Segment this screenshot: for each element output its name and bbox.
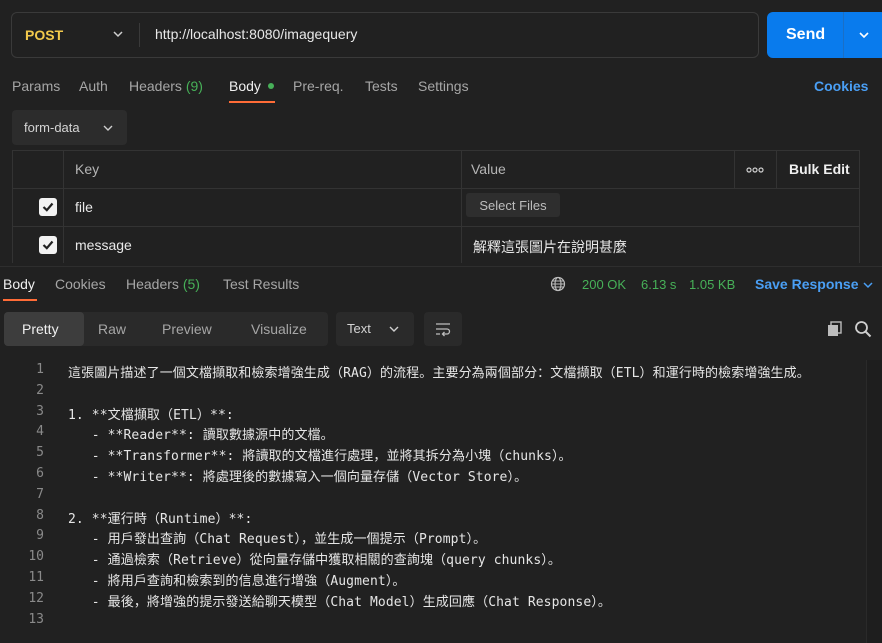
method-select[interactable]: POST [12,13,140,57]
status-code[interactable]: 200 OK [582,277,626,292]
table-divider [461,150,462,263]
row-checkbox[interactable] [39,198,57,216]
code-line: 2. **運行時（Runtime）**: [68,512,253,527]
param-value[interactable]: 解釋這張圖片在說明甚麼 [473,237,627,257]
checkmark-icon [42,202,54,212]
code-line: - 將用戶查詢和檢索到的信息進行增強（Augment）。 [68,574,406,589]
search-icon[interactable] [854,320,872,338]
response-size[interactable]: 1.05 KB [689,277,735,292]
globe-icon[interactable] [550,276,566,292]
response-tab-cookies[interactable]: Cookies [55,276,106,292]
line-number: 7 [36,487,44,502]
method-label: POST [25,27,64,43]
line-number: 9 [36,528,44,543]
bulk-edit-button[interactable]: Bulk Edit [789,161,850,177]
line-number: 4 [36,424,44,439]
url-input[interactable]: http://localhost:8080/imagequery [155,26,357,42]
code-line: - 最後，將增強的提示發送給聊天模型（Chat Model）生成回應（Chat … [68,595,611,610]
checkmark-icon [42,240,54,250]
code-line: 1. **文檔擷取（ETL）**: [68,408,234,423]
wrap-lines-icon [436,323,451,337]
select-files-button[interactable]: Select Files [466,193,560,217]
save-response-button[interactable]: Save Response [755,276,859,292]
code-line: 這張圖片描述了一個文檔擷取和檢索增強生成（RAG）的流程。主要分為兩個部分：文檔… [68,366,810,381]
tab-params[interactable]: Params [12,78,60,94]
view-tab-raw[interactable]: Raw [98,321,126,337]
format-select[interactable]: Text [336,312,414,346]
chevron-down-icon [113,31,123,38]
response-tab-headers-label: Headers [126,276,179,292]
line-number: 5 [36,445,44,460]
line-number: 8 [36,508,44,523]
chevron-down-icon[interactable] [857,28,871,42]
url-bar: POST http://localhost:8080/imagequery [11,12,759,58]
code-line: - **Reader**: 讀取數據源中的文檔。 [68,428,334,443]
table-divider [734,150,735,188]
response-tab-body[interactable]: Body [3,276,35,292]
param-key[interactable]: file [75,199,93,215]
send-button[interactable]: Send [767,12,882,58]
chevron-down-icon[interactable] [862,279,874,291]
copy-icon[interactable] [826,320,844,338]
tab-prereq[interactable]: Pre-req. [293,78,344,94]
table-divider [63,150,64,263]
wrap-lines-button[interactable] [424,312,462,346]
column-header-value: Value [471,161,506,177]
send-label: Send [786,26,826,43]
active-tab-indicator [3,299,37,301]
chevron-down-icon [103,125,113,131]
view-tab-visualize[interactable]: Visualize [251,321,307,337]
scrollbar[interactable] [866,360,882,643]
line-number: 2 [36,383,44,398]
headers-count: (9) [185,78,203,94]
param-key[interactable]: message [75,237,132,253]
view-tab-pretty[interactable]: Pretty [22,321,59,337]
cookies-link[interactable]: Cookies [814,78,868,94]
active-tab-indicator [229,101,275,103]
line-number: 1 [36,362,44,377]
line-number: 10 [28,549,44,564]
tab-settings[interactable]: Settings [418,78,469,94]
table-divider [12,188,860,189]
panel-divider [0,266,882,267]
column-header-key: Key [75,161,100,177]
response-tab-test-results[interactable]: Test Results [223,276,299,292]
line-number: 6 [36,466,44,481]
response-tab-headers[interactable]: Headers (5) [126,276,200,292]
line-number: 3 [36,404,44,419]
send-divider [843,12,844,58]
tab-body[interactable]: Body [229,78,261,94]
tab-headers[interactable]: Headers (9) [129,78,203,94]
format-label: Text [347,321,371,336]
body-type-label: form-data [24,120,80,135]
body-modified-dot [268,83,274,89]
url-separator [139,23,140,47]
body-type-select[interactable]: form-data [12,110,127,145]
view-tab-preview[interactable]: Preview [162,321,212,337]
code-line: - **Writer**: 將處理後的數據寫入一個向量存儲（Vector Sto… [68,470,528,485]
form-data-table [12,150,860,263]
tab-headers-label: Headers [129,78,182,94]
code-line: - 用戶發出查詢（Chat Request），並生成一個提示（Prompt）。 [68,532,487,547]
code-line: - 通過檢索（Retrieve）從向量存儲中獲取相關的查詢塊（query chu… [68,553,561,568]
line-number: 12 [28,591,44,606]
table-divider [12,226,860,227]
table-divider [776,150,777,188]
tab-auth[interactable]: Auth [79,78,108,94]
line-number: 11 [28,570,44,585]
tab-tests[interactable]: Tests [365,78,398,94]
row-checkbox[interactable] [39,236,57,254]
line-number: 13 [28,612,44,627]
more-horizontal-icon[interactable] [746,166,764,174]
response-headers-count: (5) [182,276,200,292]
code-line: - **Transformer**: 將讀取的文檔進行處理，並將其拆分為小塊（c… [68,449,572,464]
chevron-down-icon [389,326,399,332]
response-time[interactable]: 6.13 s [641,277,676,292]
